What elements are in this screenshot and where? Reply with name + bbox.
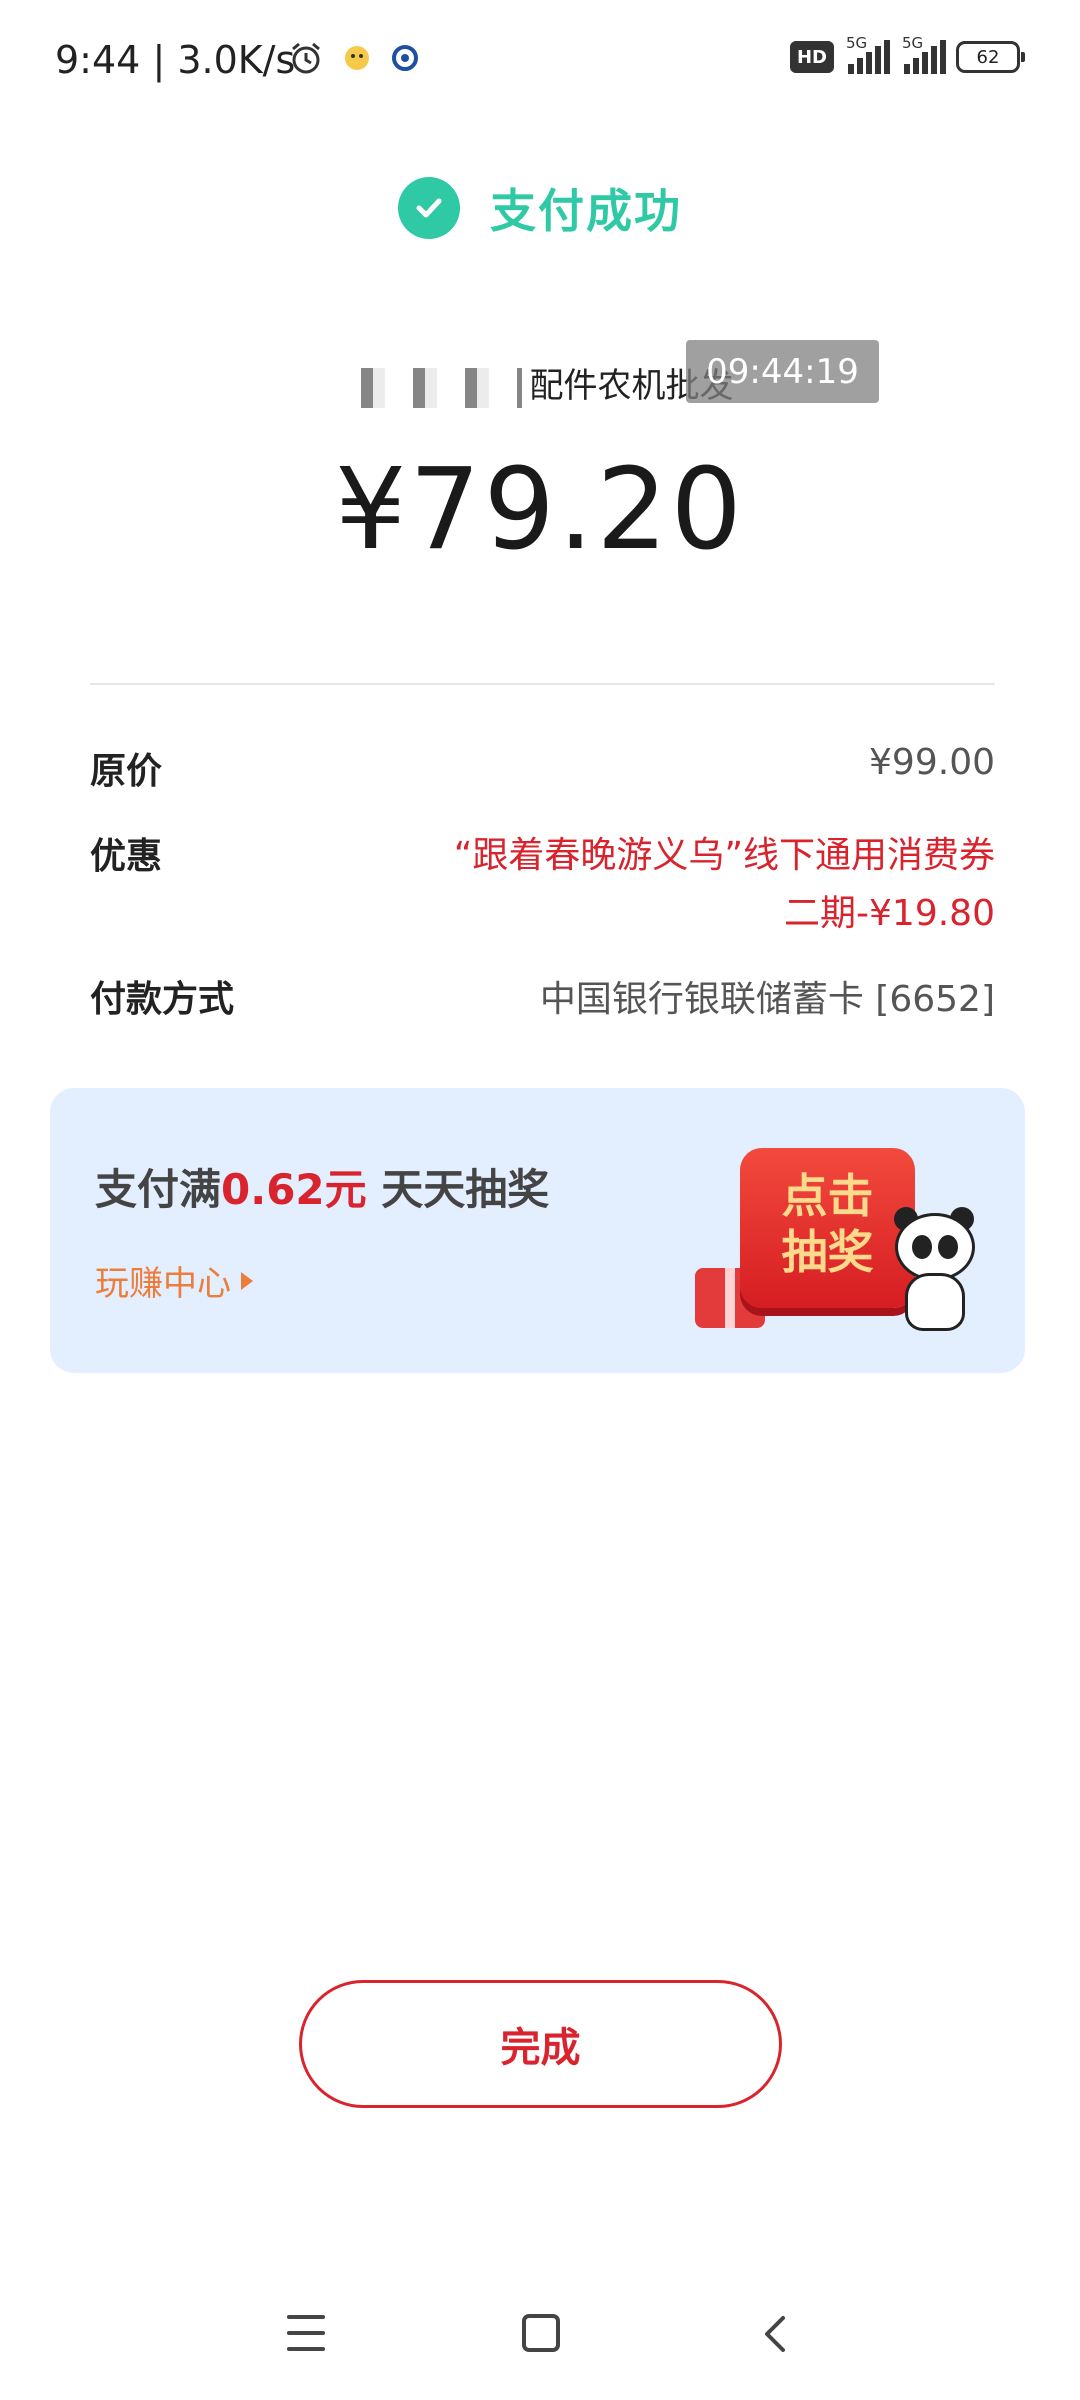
home-icon[interactable] xyxy=(522,2314,560,2352)
lottery-illustration[interactable]: 点击 抽奖 xyxy=(695,1108,995,1358)
play-earn-center-link[interactable]: 玩赚中心 xyxy=(95,1256,253,1305)
merchant-name: 配件农机批发 xyxy=(0,358,1080,408)
back-icon[interactable] xyxy=(755,2312,795,2356)
discount-row: 优惠 “跟着春晚游义乌”线下通用消费券二期-¥19.80 xyxy=(90,827,995,943)
original-price-value: ¥99.00 xyxy=(869,742,995,783)
notification-icons xyxy=(288,40,420,76)
success-header: 支付成功 xyxy=(0,175,1080,241)
promo-headline: 支付满0.62元 天天抽奖 xyxy=(95,1165,550,1214)
original-price-label: 原价 xyxy=(90,751,163,792)
discount-label: 优惠 xyxy=(90,836,163,877)
panda-mascot-icon xyxy=(890,1207,980,1333)
redacted-merchant-prefix xyxy=(346,367,522,408)
payment-success-screen: 9:44 | 3.0K/s HD 5G 5G 62 支付成功 配件农机批发 09… xyxy=(0,0,1080,2400)
page-title: 支付成功 xyxy=(490,184,682,238)
network-speed: 3.0K/s xyxy=(177,38,296,82)
signal-strength-icon-2: 5G xyxy=(900,34,946,74)
alarm-icon xyxy=(292,42,320,74)
payment-method-value: 中国银行银联储蓄卡 [6652] xyxy=(539,979,995,1020)
done-button[interactable]: 完成 xyxy=(299,1980,782,2108)
promo-threshold: 0.62元 xyxy=(221,1165,367,1214)
draw-lottery-button[interactable]: 点击 抽奖 xyxy=(740,1148,915,1308)
check-circle-icon xyxy=(398,177,460,239)
system-navigation-bar xyxy=(0,2300,1080,2380)
screenshot-timestamp: 09:44:19 xyxy=(686,340,879,403)
app-notification-icon-2 xyxy=(392,45,418,71)
signal-strength-icon: 5G xyxy=(844,34,890,74)
system-indicators: HD 5G 5G 62 xyxy=(790,34,1025,74)
payment-method-row: 付款方式 中国银行银联储蓄卡 [6652] xyxy=(90,970,995,1022)
arrow-right-icon xyxy=(241,1271,253,1290)
original-price-row: 原价 ¥99.00 xyxy=(90,742,995,794)
app-notification-icon xyxy=(345,46,369,70)
divider xyxy=(90,683,995,685)
status-bar: 9:44 | 3.0K/s HD 5G 5G 62 xyxy=(0,0,1080,125)
status-time: 9:44 | 3.0K/s xyxy=(55,38,296,82)
payment-method-label: 付款方式 xyxy=(90,979,235,1020)
payment-amount: ¥79.20 xyxy=(335,445,745,575)
hd-voice-icon: HD xyxy=(790,41,834,73)
discount-value: “跟着春晚游义乌”线下通用消费券二期-¥19.80 xyxy=(453,835,995,934)
battery-icon: 62 xyxy=(956,41,1025,73)
recent-apps-icon[interactable] xyxy=(287,2315,325,2351)
clock-text: 9:44 xyxy=(55,38,141,82)
lottery-promo-card[interactable]: 支付满0.62元 天天抽奖 玩赚中心 点击 抽奖 xyxy=(50,1088,1025,1373)
